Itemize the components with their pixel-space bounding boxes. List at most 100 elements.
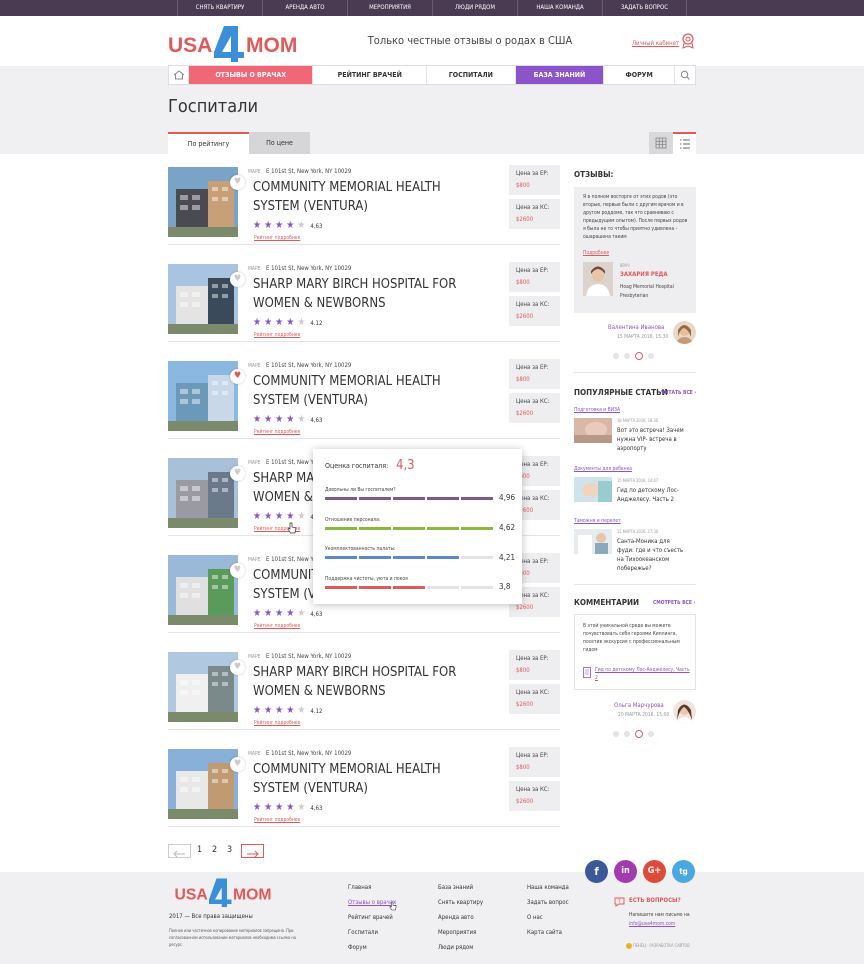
facebook-icon[interactable]: f <box>585 860 608 883</box>
user-badge-icon[interactable] <box>681 33 695 49</box>
dot[interactable] <box>613 353 619 359</box>
footer-link[interactable]: Рейтинг врачей <box>348 914 393 921</box>
review-more-link[interactable]: Подробнее <box>583 250 609 256</box>
personal-cabinet-link[interactable]: Личный кабинет <box>632 40 679 47</box>
article-category[interactable]: Таможня и перелет <box>574 518 621 524</box>
footer-link[interactable]: Мероприятия <box>438 929 476 936</box>
pagination-page[interactable]: 2 <box>212 845 217 855</box>
topbar-link-our-team[interactable]: НАША КОМАНДА <box>517 0 602 16</box>
footer-link[interactable]: Карта сайта <box>527 929 562 936</box>
dot[interactable] <box>613 731 619 737</box>
comment-carousel-dots[interactable] <box>613 730 654 738</box>
topbar-link-car-rental[interactable]: АРЕНДА АВТО <box>262 0 347 16</box>
comment-author-avatar[interactable] <box>673 700 696 723</box>
topbar-link-rent-apartment[interactable]: СНЯТЬ КВАРТИРУ <box>177 0 262 16</box>
footer-link[interactable]: Аренда авто <box>438 914 474 921</box>
rating-details-link[interactable]: Рейтинг подробнее <box>254 817 300 823</box>
hospital-photo[interactable] <box>168 555 238 625</box>
doctor-photo[interactable] <box>583 262 613 296</box>
rating-details-link[interactable]: Рейтинг подробнее <box>254 332 300 338</box>
nav-search[interactable] <box>675 66 695 84</box>
article-category[interactable]: Подготовка и ВИЗА <box>574 407 620 413</box>
pagination-next-button[interactable] <box>241 844 264 858</box>
favorite-heart-icon[interactable]: ♥ <box>230 757 245 772</box>
tab-by-price[interactable]: По цене <box>249 132 310 154</box>
footer-link[interactable]: Задать вопрос <box>527 899 569 906</box>
footer-link[interactable]: Люди рядом <box>438 944 473 951</box>
dot-active[interactable] <box>635 730 643 738</box>
comment-author[interactable]: Ольга Марчурова <box>614 702 664 709</box>
footer-link[interactable]: Снять квартиру <box>438 899 483 906</box>
review-author[interactable]: Валентина Иванова <box>608 324 664 331</box>
nav-home[interactable] <box>169 66 189 84</box>
rating-details-link[interactable]: Рейтинг подробнее <box>254 623 300 629</box>
map-link[interactable]: МАРЕ <box>248 654 261 660</box>
topbar-link-events[interactable]: МЕРОПРИЯТИЯ <box>347 0 432 16</box>
hospital-name[interactable]: COMMUNITY MEMORIAL HEALTH SYSTEM (VENTUR… <box>253 760 468 798</box>
rating-details-link[interactable]: Рейтинг подробнее <box>254 429 300 435</box>
favorite-heart-icon[interactable]: ♥ <box>230 660 245 675</box>
read-all-link[interactable]: ЧИТАТЬ ВСЕ › <box>661 390 696 396</box>
dot-active[interactable] <box>635 352 643 360</box>
hospital-name[interactable]: SHARP MARY BIRCH HOSPITAL FOR WOMEN & NE… <box>253 275 468 313</box>
nav-item-forum[interactable]: ФОРУМ <box>604 66 675 84</box>
rating-details-link[interactable]: Рейтинг подробнее <box>254 720 300 726</box>
nav-item-knowledge-base[interactable]: БАЗА ЗНАНИЙ <box>515 66 605 84</box>
hospital-card[interactable]: ♥ МАРЕ E 101st St, New York, NY 10029 COMMU… <box>168 737 560 827</box>
hospital-card[interactable]: ♥ МАРЕ E 101st St, New York, NY 10029 SHARP… <box>168 252 560 342</box>
hospital-photo[interactable] <box>168 652 238 722</box>
nav-item-hospitals[interactable]: ГОСПИТАЛИ <box>427 66 516 84</box>
doctor-name[interactable]: ЗАХАРИЯ РЕДА <box>620 271 668 278</box>
hospital-card[interactable]: ♥ МАРЕ E 101st St, New York, NY 10029 COMMU… <box>168 155 560 245</box>
tab-by-rating[interactable]: По рейтингу <box>168 132 249 154</box>
dot[interactable] <box>648 353 654 359</box>
favorite-heart-icon[interactable]: ♥ <box>230 175 245 190</box>
review-carousel-dots[interactable] <box>613 352 654 360</box>
pagination-page[interactable]: 1 <box>197 845 202 855</box>
favorite-heart-icon[interactable]: ♥ <box>230 563 245 578</box>
telegram-icon[interactable]: tg <box>672 860 695 883</box>
topbar-link-people-nearby[interactable]: ЛЮДИ РЯДОМ <box>432 0 517 16</box>
footer-link[interactable]: База знаний <box>438 884 473 891</box>
see-all-link[interactable]: СМОТРЕТЬ ВСЕ › <box>653 600 695 606</box>
list-view-button[interactable] <box>673 132 696 154</box>
article-title[interactable]: Вот это встреча! Зачем нужна VIP- встреч… <box>617 426 687 453</box>
map-link[interactable]: МАРЕ <box>248 169 261 175</box>
favorite-heart-icon[interactable]: ♥ <box>230 272 245 287</box>
instagram-icon[interactable]: in <box>614 860 637 883</box>
hospital-photo[interactable] <box>168 361 238 431</box>
article-title[interactable]: Гид по детскому Лос-Анджелесу. Часть 2 <box>617 486 687 504</box>
review-author-avatar[interactable] <box>673 321 696 344</box>
dot[interactable] <box>624 353 630 359</box>
footer-logo[interactable]: USA MOM <box>168 877 286 907</box>
article-title[interactable]: Санта-Моника для фуди: где и что съесть … <box>617 537 687 573</box>
hospital-photo[interactable] <box>168 458 238 528</box>
google-plus-icon[interactable]: G+ <box>643 860 666 883</box>
hospital-name[interactable]: COMMUNITY MEMORIAL HEALTH SYSTEM (VENTUR… <box>253 372 468 410</box>
hospital-photo[interactable] <box>168 167 238 237</box>
map-link[interactable]: МАРЕ <box>248 363 261 369</box>
article-thumb[interactable] <box>574 529 612 554</box>
hospital-photo[interactable] <box>168 264 238 334</box>
hospital-photo[interactable] <box>168 749 238 819</box>
map-link[interactable]: МАРЕ <box>248 266 261 272</box>
footer-link[interactable]: Главная <box>348 884 371 891</box>
footer-link[interactable]: Наша команда <box>527 884 569 891</box>
hospital-card[interactable]: ♥ МАРЕ E 101st St, New York, NY 10029 COMMU… <box>168 349 560 439</box>
nav-item-doctor-rating[interactable]: РЕЙТИНГ ВРАЧЕЙ <box>313 66 428 84</box>
site-logo[interactable]: USA MOM <box>168 22 308 62</box>
pagination-page-current[interactable]: 3 <box>227 845 232 855</box>
grid-view-button[interactable] <box>649 132 673 154</box>
favorite-heart-icon[interactable]: ♥ <box>230 369 245 384</box>
article-thumb[interactable] <box>574 418 612 443</box>
footer-email-link[interactable]: info@usa4mom.com <box>629 921 675 927</box>
footer-link[interactable]: О нас <box>527 914 543 921</box>
comment-article-link[interactable]: Гид по детскому Лос-Анджелесу, Часть 2 <box>595 666 690 682</box>
map-link[interactable]: МАРЕ <box>248 557 261 563</box>
dot[interactable] <box>624 731 630 737</box>
map-link[interactable]: МАРЕ <box>248 460 261 466</box>
rating-details-link[interactable]: Рейтинг подробнее <box>254 235 300 241</box>
footer-question-title[interactable]: ЕСТЬ ВОПРОСЫ? <box>629 897 681 904</box>
pagination-prev-button[interactable] <box>168 844 191 858</box>
footer-link[interactable]: Госпитали <box>348 929 378 936</box>
